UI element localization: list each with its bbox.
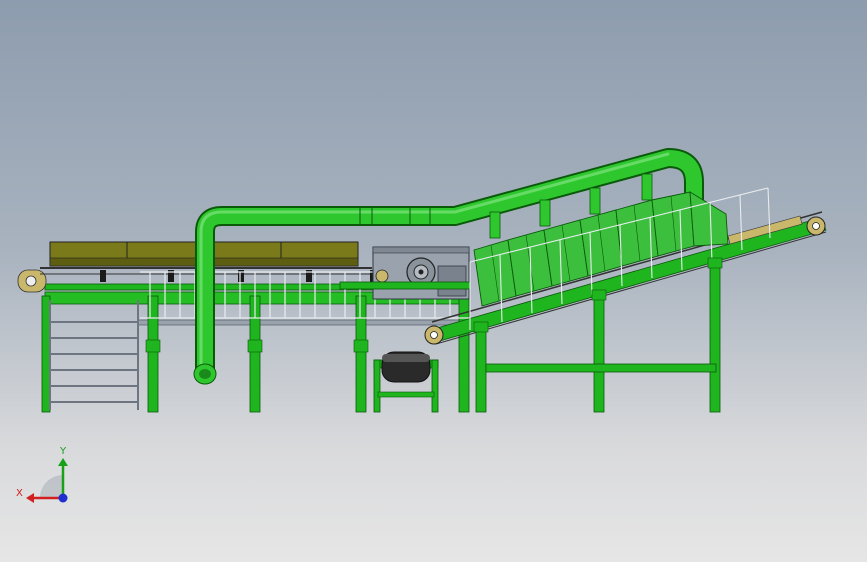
x-axis-label: X — [16, 488, 23, 499]
cad-viewport[interactable]: Y X — [0, 0, 867, 562]
z-axis-dot-icon — [58, 493, 68, 503]
machine-drawing: Y X — [16, 148, 827, 503]
pipe-inlet — [193, 363, 217, 385]
coordinate-triad: Y X — [16, 446, 68, 503]
y-axis-label: Y — [59, 446, 67, 457]
magnetic-drum — [373, 351, 439, 413]
access-ladder — [49, 300, 139, 410]
left-head-pulley — [17, 269, 47, 293]
triad-plane-icon — [40, 475, 63, 498]
